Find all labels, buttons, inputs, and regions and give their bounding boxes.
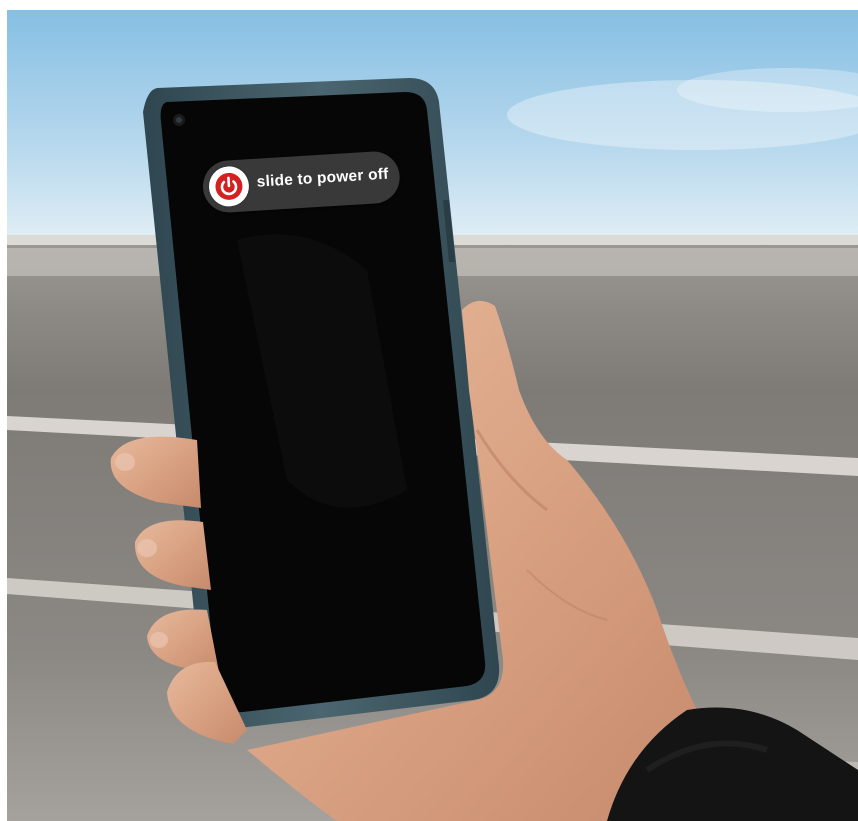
- power-knob[interactable]: [207, 165, 251, 208]
- power-icon: [215, 172, 243, 200]
- photo: slide to power off: [7, 10, 858, 821]
- scene-illustration: [7, 10, 858, 821]
- slider-label: slide to power off: [256, 165, 389, 191]
